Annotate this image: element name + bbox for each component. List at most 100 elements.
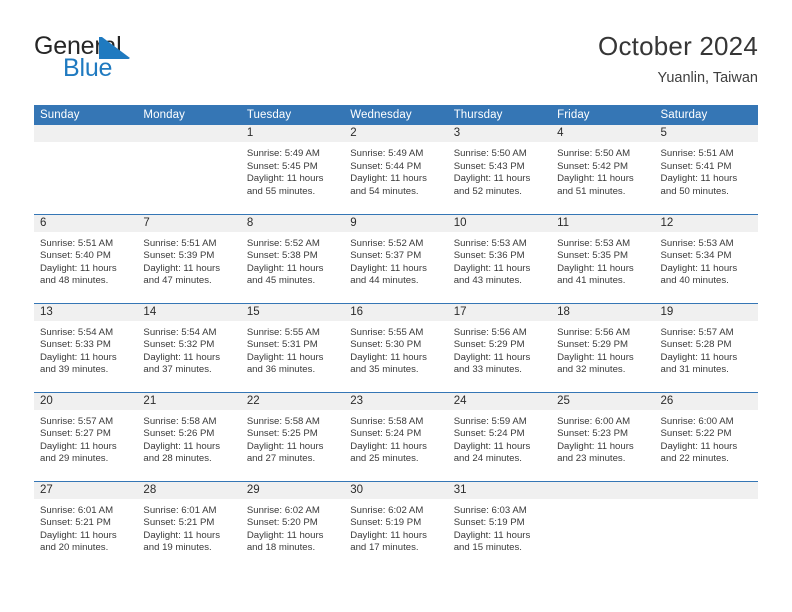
day-sun-info: Sunrise: 5:51 AM Sunset: 5:39 PM Daylight:… [137, 232, 240, 288]
calendar-body: 1 Sunrise: 5:49 AM Sunset: 5:45 PM Daylight… [34, 125, 758, 570]
calendar-day-cell[interactable]: 26 Sunrise: 6:00 AM Sunset: 5:22 PM Dayligh… [654, 391, 758, 481]
day-sun-info: Sunrise: 5:55 AM Sunset: 5:31 PM Daylight:… [241, 321, 344, 377]
sunset-time: Sunset: 5:31 PM [246, 339, 318, 351]
sunset-time: Sunset: 5:21 PM [40, 517, 111, 529]
day-sun-info: Sunrise: 6:01 AM Sunset: 5:21 PM Daylight:… [137, 499, 240, 555]
calendar-day-cell[interactable]: 23 Sunrise: 5:58 AM Sunset: 5:24 PM Dayligh… [344, 391, 448, 481]
calendar-day-cell[interactable]: 25 Sunrise: 6:00 AM Sunset: 5:23 PM Dayligh… [551, 391, 655, 481]
sunrise-time: Sunrise: 5:51 AM [40, 237, 114, 249]
daylight-duration-line1: Daylight: 11 hours [660, 173, 738, 185]
calendar-table: Sunday Monday Tuesday Wednesday Thursday… [34, 105, 758, 570]
calendar-week-row: 1 Sunrise: 5:49 AM Sunset: 5:45 PM Daylight… [34, 125, 758, 214]
day-sun-info: Sunrise: 6:00 AM Sunset: 5:23 PM Daylight:… [551, 410, 654, 466]
sunset-time: Sunset: 5:42 PM [557, 160, 629, 172]
daylight-duration-line2: and 24 minutes. [453, 453, 522, 465]
sunrise-time: Sunrise: 5:53 AM [660, 237, 734, 249]
sunset-time: Sunset: 5:19 PM [453, 517, 525, 529]
day-number: 21 [137, 392, 241, 410]
sunset-time: Sunset: 5:45 PM [246, 160, 318, 172]
weekday-header-row: Sunday Monday Tuesday Wednesday Thursday… [34, 105, 758, 125]
day-sun-info: Sunrise: 5:58 AM Sunset: 5:25 PM Daylight:… [241, 410, 344, 466]
calendar-cell-empty [34, 125, 138, 214]
sunrise-time: Sunrise: 6:03 AM [453, 504, 527, 516]
daylight-duration-line1: Daylight: 11 hours [246, 440, 324, 452]
sunset-time: Sunset: 5:36 PM [453, 250, 525, 262]
sunset-time: Sunset: 5:20 PM [246, 517, 318, 529]
daylight-duration-line2: and 19 minutes. [143, 542, 212, 554]
sunset-time: Sunset: 5:37 PM [350, 250, 422, 262]
calendar-day-cell[interactable]: 20 Sunrise: 5:57 AM Sunset: 5:27 PM Dayligh… [34, 391, 138, 481]
daylight-duration-line1: Daylight: 11 hours [660, 262, 738, 274]
daylight-duration-line2: and 25 minutes. [350, 453, 419, 465]
calendar-day-cell[interactable]: 29 Sunrise: 6:02 AM Sunset: 5:20 PM Dayligh… [240, 480, 345, 570]
calendar-day-cell[interactable]: 1 Sunrise: 5:49 AM Sunset: 5:45 PM Daylight… [240, 125, 345, 214]
calendar-day-cell[interactable]: 28 Sunrise: 6:01 AM Sunset: 5:21 PM Dayligh… [137, 480, 241, 570]
weekday-header-sunday: Sunday [34, 105, 138, 125]
day-sun-info: Sunrise: 5:57 AM Sunset: 5:28 PM Daylight:… [655, 321, 758, 377]
calendar-day-cell[interactable]: 15 Sunrise: 5:55 AM Sunset: 5:31 PM Dayligh… [240, 302, 345, 392]
day-sun-info: Sunrise: 6:02 AM Sunset: 5:19 PM Daylight:… [344, 499, 447, 555]
calendar-day-cell[interactable]: 30 Sunrise: 6:02 AM Sunset: 5:19 PM Dayligh… [344, 480, 448, 570]
calendar-day-cell[interactable]: 22 Sunrise: 5:58 AM Sunset: 5:25 PM Dayligh… [240, 391, 345, 481]
calendar-cell-empty [137, 125, 241, 214]
day-number: 6 [34, 214, 138, 232]
calendar-page: General Blue October 2024 Yuanlin, Taiwa… [0, 0, 792, 612]
calendar-day-cell[interactable]: 9 Sunrise: 5:52 AM Sunset: 5:37 PM Daylight… [344, 213, 448, 303]
day-sun-info: Sunrise: 5:56 AM Sunset: 5:29 PM Daylight:… [551, 321, 654, 377]
daylight-duration-line2: and 20 minutes. [40, 542, 109, 554]
day-number: 25 [551, 392, 655, 410]
daylight-duration-line2: and 43 minutes. [453, 275, 522, 287]
calendar-day-cell[interactable]: 16 Sunrise: 5:55 AM Sunset: 5:30 PM Dayligh… [344, 302, 448, 392]
calendar-day-cell[interactable]: 31 Sunrise: 6:03 AM Sunset: 5:19 PM Dayligh… [447, 480, 552, 570]
day-number: 14 [137, 303, 241, 321]
day-number: 18 [551, 303, 655, 321]
sunset-time: Sunset: 5:23 PM [557, 428, 629, 440]
day-sun-info: Sunrise: 5:54 AM Sunset: 5:33 PM Daylight:… [34, 321, 137, 377]
day-sun-info: Sunrise: 5:58 AM Sunset: 5:24 PM Daylight:… [344, 410, 447, 466]
daylight-duration-line2: and 17 minutes. [350, 542, 419, 554]
day-sun-info: Sunrise: 5:58 AM Sunset: 5:26 PM Daylight:… [137, 410, 240, 466]
sunrise-time: Sunrise: 5:55 AM [350, 326, 424, 338]
calendar-day-cell[interactable]: 7 Sunrise: 5:51 AM Sunset: 5:39 PM Daylight… [137, 213, 241, 303]
calendar-day-cell[interactable]: 10 Sunrise: 5:53 AM Sunset: 5:36 PM Dayligh… [447, 213, 552, 303]
sunset-time: Sunset: 5:29 PM [453, 339, 525, 351]
sunset-time: Sunset: 5:30 PM [350, 339, 422, 351]
day-number: 1 [240, 125, 345, 142]
calendar-day-cell[interactable]: 18 Sunrise: 5:56 AM Sunset: 5:29 PM Dayligh… [551, 302, 655, 392]
calendar-day-cell[interactable]: 13 Sunrise: 5:54 AM Sunset: 5:33 PM Dayligh… [34, 302, 138, 392]
sunset-time: Sunset: 5:39 PM [143, 250, 215, 262]
calendar-day-cell[interactable]: 2 Sunrise: 5:49 AM Sunset: 5:44 PM Daylight… [344, 125, 448, 214]
day-number [654, 481, 758, 499]
day-number: 13 [34, 303, 138, 321]
day-number: 5 [654, 125, 758, 142]
daylight-duration-line1: Daylight: 11 hours [660, 440, 738, 452]
calendar-day-cell[interactable]: 8 Sunrise: 5:52 AM Sunset: 5:38 PM Daylight… [240, 213, 345, 303]
daylight-duration-line2: and 28 minutes. [143, 453, 212, 465]
day-number: 26 [654, 392, 758, 410]
sunrise-time: Sunrise: 5:54 AM [143, 326, 217, 338]
calendar-day-cell[interactable]: 19 Sunrise: 5:57 AM Sunset: 5:28 PM Dayligh… [654, 302, 758, 392]
calendar-day-cell[interactable]: 14 Sunrise: 5:54 AM Sunset: 5:32 PM Dayligh… [137, 302, 241, 392]
calendar-day-cell[interactable]: 17 Sunrise: 5:56 AM Sunset: 5:29 PM Dayligh… [447, 302, 552, 392]
calendar-day-cell[interactable]: 24 Sunrise: 5:59 AM Sunset: 5:24 PM Dayligh… [447, 391, 552, 481]
daylight-duration-line2: and 41 minutes. [557, 275, 626, 287]
daylight-duration-line2: and 48 minutes. [40, 275, 109, 287]
calendar-day-cell[interactable]: 5 Sunrise: 5:51 AM Sunset: 5:41 PM Daylight… [654, 125, 758, 214]
calendar-day-cell[interactable]: 4 Sunrise: 5:50 AM Sunset: 5:42 PM Daylight… [551, 125, 655, 214]
calendar-day-cell[interactable]: 12 Sunrise: 5:53 AM Sunset: 5:34 PM Dayligh… [654, 213, 758, 303]
sunrise-time: Sunrise: 5:54 AM [40, 326, 114, 338]
calendar-day-cell[interactable]: 6 Sunrise: 5:51 AM Sunset: 5:40 PM Daylight… [34, 213, 138, 303]
daylight-duration-line1: Daylight: 11 hours [350, 351, 427, 363]
calendar-day-cell[interactable]: 3 Sunrise: 5:50 AM Sunset: 5:43 PM Daylight… [447, 125, 552, 214]
calendar-day-cell[interactable]: 21 Sunrise: 5:58 AM Sunset: 5:26 PM Dayligh… [137, 391, 241, 481]
day-sun-info: Sunrise: 6:03 AM Sunset: 5:19 PM Daylight:… [448, 499, 551, 555]
calendar-day-cell[interactable]: 11 Sunrise: 5:53 AM Sunset: 5:35 PM Dayligh… [551, 213, 655, 303]
sunrise-time: Sunrise: 6:01 AM [40, 504, 114, 516]
day-sun-info: Sunrise: 5:54 AM Sunset: 5:32 PM Daylight:… [137, 321, 240, 377]
daylight-duration-line2: and 18 minutes. [246, 542, 316, 554]
general-blue-logo[interactable]: General Blue [34, 34, 264, 94]
calendar-day-cell[interactable]: 27 Sunrise: 6:01 AM Sunset: 5:21 PM Dayligh… [34, 480, 138, 570]
sunset-time: Sunset: 5:24 PM [453, 428, 525, 440]
daylight-duration-line1: Daylight: 11 hours [557, 351, 634, 363]
daylight-duration-line1: Daylight: 11 hours [143, 440, 221, 452]
